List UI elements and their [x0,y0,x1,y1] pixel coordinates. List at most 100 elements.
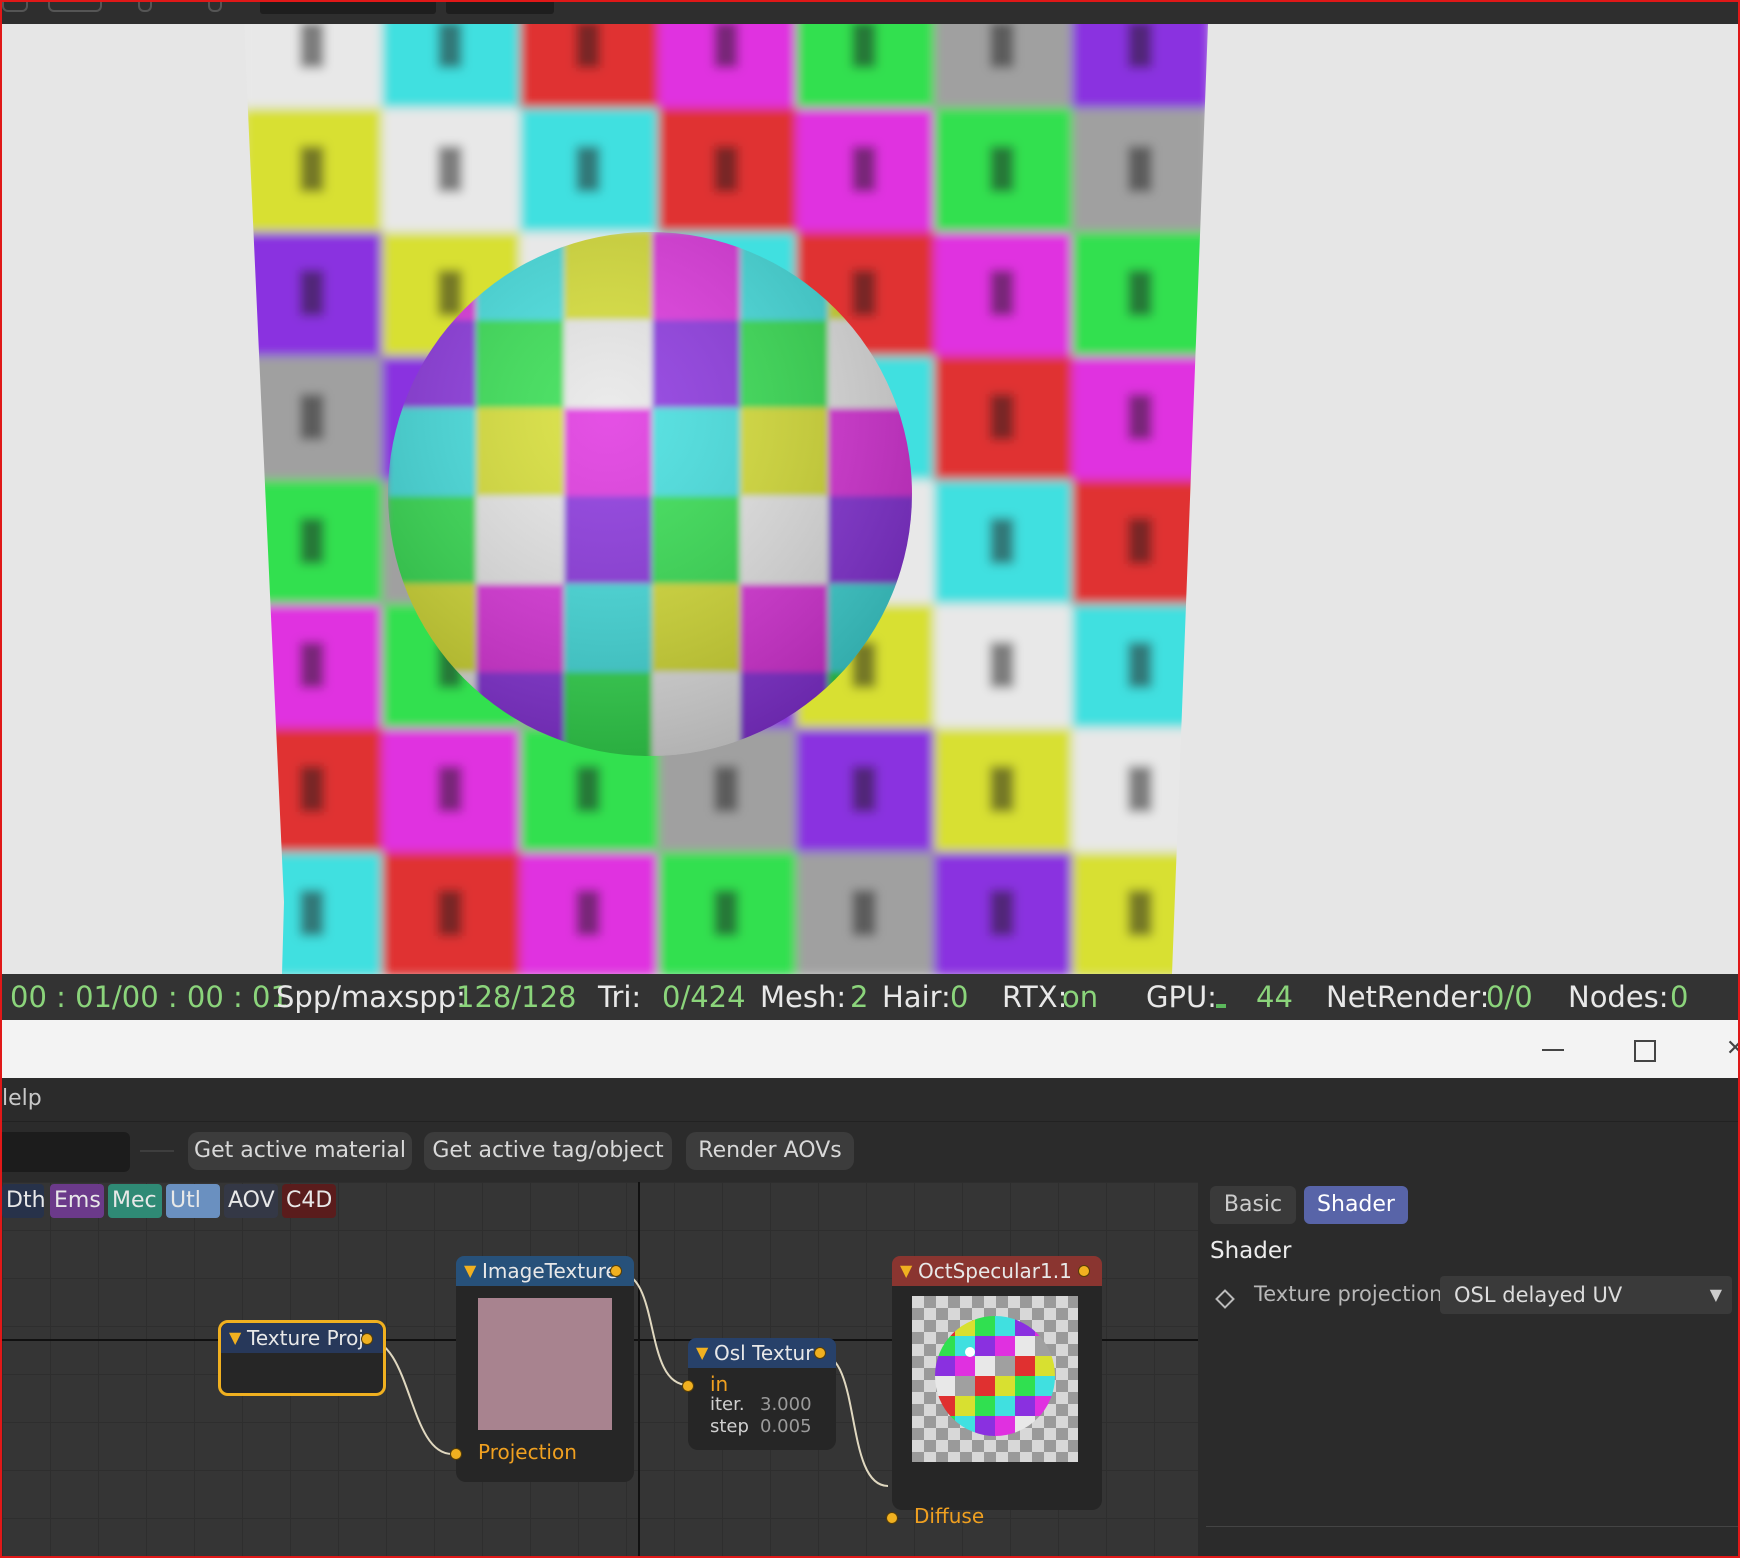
input-port-projection[interactable] [450,1448,462,1460]
panel-divider [1206,1526,1738,1527]
collapse-icon[interactable]: ▼ [900,1256,912,1286]
node-title: ImageTexture [482,1259,618,1283]
preview-tile [995,1336,1015,1356]
param-label-iter: iter. [710,1394,745,1415]
node-texture-projection[interactable]: ▼ Texture Proj [218,1320,386,1396]
toolbar-field[interactable] [260,2,436,14]
toolbar-icon[interactable] [2,2,28,12]
checker-glyph [852,146,876,192]
checker-glyph [576,766,600,812]
port-label-in: in [710,1372,729,1396]
netrender-value: 0/0 [1486,980,1533,1014]
checker-glyph [1128,146,1152,192]
checker-glyph [300,394,324,440]
preview-tile [955,1356,975,1376]
checker-glyph [438,270,462,316]
preview-tile [995,1316,1015,1336]
search-input[interactable] [2,1132,130,1172]
output-port[interactable] [814,1347,826,1359]
section-title: Shader [1210,1238,1292,1264]
checker-glyph [1128,518,1152,564]
checker-glyph [438,766,462,812]
output-port[interactable] [610,1265,622,1277]
checker-glyph [852,890,876,936]
param-label-step: step [710,1416,749,1437]
toolbar-icon[interactable] [48,2,102,12]
dropdown-icon[interactable] [208,2,222,12]
get-active-material-button[interactable]: Get active material [188,1132,412,1170]
checker-glyph [990,24,1014,68]
menu-bar: lelp [2,1078,1738,1122]
checker-glyph [1128,270,1152,316]
mesh-label: Mesh: [760,980,847,1014]
keyframe-diamond-icon[interactable] [1215,1289,1235,1309]
checker-glyph [1128,766,1152,812]
node-title: OctSpecular1.1 [918,1259,1072,1283]
get-active-tag-button[interactable]: Get active tag/object [424,1132,672,1170]
param-value-iter[interactable]: 3.000 [760,1394,812,1415]
tab-shader[interactable]: Shader [1304,1186,1408,1224]
render-viewport[interactable] [2,24,1738,974]
toolbar-field[interactable] [446,2,554,14]
checker-glyph [990,890,1014,936]
node-oct-specular[interactable]: ▼ OctSpecular1.1 Diffuse [886,1256,1102,1528]
node-header[interactable]: ▼ OctSpecular1.1 [892,1256,1102,1286]
checker-glyph [852,766,876,812]
hair-value: 0 [950,980,969,1014]
preview-tile [975,1336,995,1356]
preview-tile [995,1396,1015,1416]
collapse-icon[interactable]: ▼ [464,1256,476,1286]
node-title: Osl Textur [714,1341,814,1365]
checker-glyph [1128,890,1152,936]
sphere-shading [388,232,912,756]
toolbar-divider [140,1150,174,1152]
tab-basic[interactable]: Basic [1210,1186,1296,1224]
output-port[interactable] [1078,1265,1090,1277]
preview-tile [975,1376,995,1396]
preview-tile [995,1376,1015,1396]
preview-tile [935,1356,955,1376]
close-button[interactable] [1714,1032,1738,1066]
preview-tile [1015,1356,1035,1376]
chevron-down-icon: ▼ [1709,1285,1722,1304]
checker-glyph [576,890,600,936]
maximize-button[interactable] [1622,1032,1662,1066]
spp-value: 128/128 [456,980,577,1014]
preview-tile [1035,1376,1055,1396]
port-label-diffuse: Diffuse [914,1504,985,1528]
node-image-texture[interactable]: ▼ ImageTexture Projection [450,1256,634,1482]
checker-glyph [300,518,324,564]
minimize-button[interactable] [1532,1032,1572,1066]
output-port[interactable] [361,1333,373,1345]
checker-glyph [576,24,600,68]
preview-tile [995,1356,1015,1376]
input-port-in[interactable] [682,1380,694,1392]
texture-projection-dropdown[interactable]: OSL delayed UV ▼ [1440,1276,1732,1314]
menu-help[interactable]: lelp [2,1086,42,1111]
viewport-toolbar [2,2,1738,24]
checker-glyph [438,890,462,936]
input-port-diffuse[interactable] [886,1512,898,1524]
collapse-icon[interactable]: ▼ [229,1323,241,1353]
node-osl-texture[interactable]: ▼ Osl Textur in iter. 3.000 step 0.005 [682,1338,836,1450]
app-window: 00 : 01/00 : 00 : 01 Spp/maxspp: 128/128… [0,0,1740,1558]
tri-value: 0/424 [662,980,746,1014]
checker-glyph [990,642,1014,688]
material-preview [912,1296,1078,1462]
collapse-icon[interactable]: ▼ [696,1338,708,1368]
texture-preview [478,1298,612,1430]
render-image [244,24,1208,974]
gpu-label: GPU: [1146,980,1217,1014]
checker-glyph [714,146,738,192]
node-header[interactable]: ▼ ImageTexture [456,1256,634,1286]
properties-panel: Basic Shader Shader Texture projection O… [1198,1182,1738,1556]
node-graph-canvas[interactable]: Dth Ems Mec Utl AOV C4D ▼ Texture Proj ▼… [2,1182,1198,1556]
param-value-step[interactable]: 0.005 [760,1416,812,1437]
rtx-label: RTX: [1002,980,1068,1014]
node-header[interactable]: ▼ Texture Proj [221,1323,383,1353]
preview-tile [975,1356,995,1376]
node-title: Texture Proj [247,1326,364,1350]
dropdown-icon[interactable] [138,2,152,12]
render-aovs-button[interactable]: Render AOVs [686,1132,854,1170]
checker-glyph [1128,394,1152,440]
